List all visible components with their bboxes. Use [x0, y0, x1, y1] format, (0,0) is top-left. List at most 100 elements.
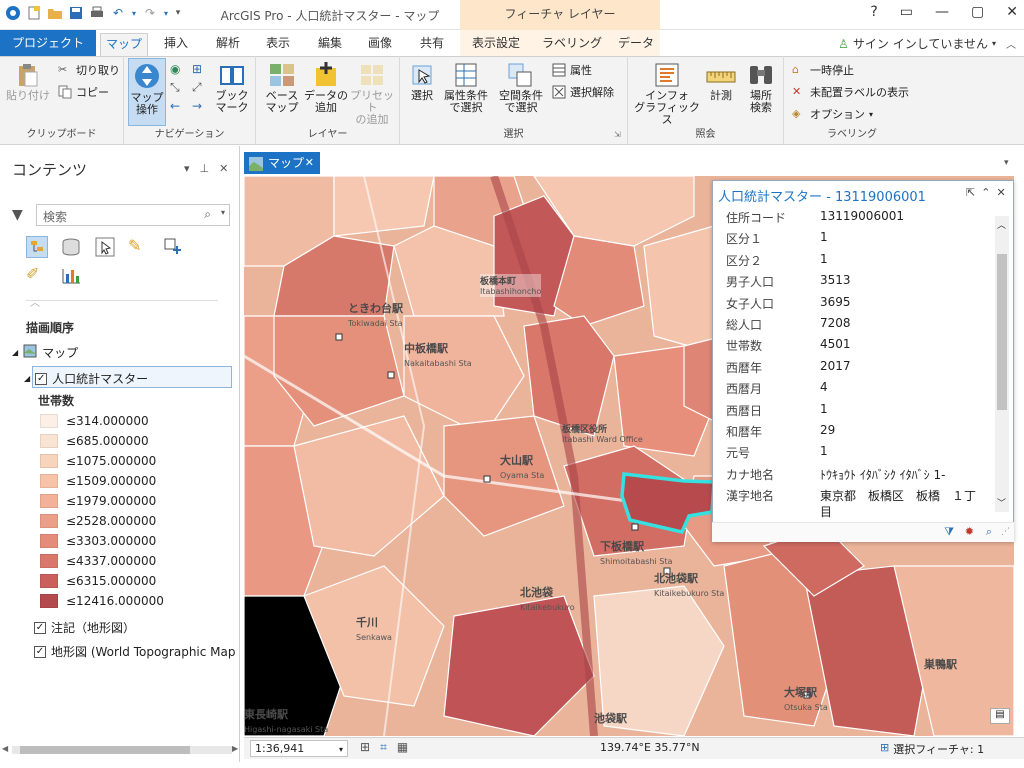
collapse-triangle-icon[interactable]: ◢ — [12, 348, 18, 357]
tab-labeling[interactable]: ラベリング — [540, 33, 604, 56]
basemap-button[interactable]: ベース マップ — [260, 62, 304, 114]
pause-labels-button[interactable]: ⌂ 一時停止 — [792, 62, 854, 78]
zoom-to-layer-icon[interactable]: ⊞ — [192, 62, 210, 76]
label-options-button[interactable]: ◈ オプション ▾ — [792, 106, 873, 122]
search-icon[interactable]: ⌕ — [204, 207, 211, 222]
pane-menu-icon[interactable]: ▾ — [184, 162, 190, 175]
legend-item[interactable]: ≤3303.000000 — [40, 534, 156, 548]
legend-item[interactable]: ≤12416.000000 — [40, 594, 164, 608]
pane-close-icon[interactable]: ✕ — [219, 162, 228, 175]
clear-selection-button[interactable]: 選択解除 — [552, 84, 614, 100]
help-button[interactable]: ? — [870, 4, 877, 20]
pin-icon[interactable]: ⊥ — [200, 162, 210, 175]
list-by-selection-icon[interactable] — [94, 236, 116, 258]
explore-button[interactable]: マップ 操作 — [128, 58, 166, 126]
fixed-extent-icon[interactable]: ⊞ — [360, 740, 370, 755]
popup-resize-grip-icon[interactable]: ⋰ — [1001, 527, 1010, 537]
list-by-drawing-order-icon[interactable] — [26, 236, 48, 258]
legend-item[interactable]: ≤4337.000000 — [40, 554, 156, 568]
tab-data[interactable]: データ — [614, 33, 658, 56]
selection-dialog-launcher-icon[interactable]: ⇲ — [614, 130, 621, 139]
popup-close-icon[interactable]: ✕ — [996, 186, 1005, 199]
tab-share[interactable]: 共有 — [412, 33, 452, 56]
scroll-up-icon[interactable]: ︿ — [997, 218, 1006, 231]
popup-zoom-icon[interactable]: ⌕ — [986, 525, 992, 539]
scroll-right-icon[interactable]: ▶ — [232, 744, 238, 753]
list-by-charts-icon[interactable] — [60, 264, 82, 286]
unplaced-labels-button[interactable]: ✕ 未配置ラベルの表示 — [792, 84, 909, 100]
add-data-button[interactable]: データの 追加 — [302, 62, 350, 114]
popup-flash-icon[interactable]: ✹ — [965, 525, 974, 538]
close-button[interactable]: ✕ — [1006, 4, 1018, 20]
legend-item[interactable]: ≤6315.000000 — [40, 574, 156, 588]
ribbon-collapse-icon[interactable]: ▭ — [900, 4, 913, 20]
basemap-visibility-checkbox[interactable]: ✓ — [34, 645, 46, 658]
tab-insert[interactable]: 挿入 — [156, 33, 196, 56]
tab-view[interactable]: 表示 — [258, 33, 298, 56]
add-preset-button[interactable]: プリセット の追加 — [348, 62, 396, 126]
maximize-button[interactable]: ▢ — [971, 4, 984, 20]
contents-search-input[interactable]: 検索 ⌕ ▾ — [36, 204, 230, 226]
minimize-button[interactable]: — — [935, 4, 949, 20]
bookmarks-button[interactable]: ブック マーク — [212, 62, 252, 114]
selected-features-count[interactable]: ⊞ 選択フィーチャ: 1 — [880, 741, 984, 757]
full-extent-icon[interactable]: ◉ — [170, 62, 188, 76]
popup-filter-icon[interactable]: ⧩ — [944, 525, 954, 539]
legend-item[interactable]: ≤1979.000000 — [40, 494, 156, 508]
scrollbar-thumb[interactable] — [20, 746, 190, 754]
list-by-snapping-icon[interactable] — [162, 236, 184, 258]
legend-item[interactable]: ≤1509.000000 — [40, 474, 156, 488]
copy-button[interactable]: コピー — [58, 84, 109, 100]
scale-selector[interactable]: 1:36,941 ▾ — [250, 740, 348, 757]
list-by-labeling-icon[interactable]: ✐ — [26, 264, 48, 286]
infographics-button[interactable]: インフォ グラフィックス — [632, 62, 702, 126]
popup-scrollbar-thumb[interactable] — [997, 254, 1007, 410]
list-by-source-icon[interactable] — [60, 236, 82, 258]
map-tabs-dropdown-icon[interactable]: ▾ — [1004, 158, 1009, 168]
tab-project[interactable]: プロジェクト — [0, 30, 96, 56]
layer-visibility-checkbox[interactable]: ✓ — [35, 372, 48, 385]
fixed-zoom-out-icon[interactable]: ⤢ — [192, 80, 210, 95]
fixed-zoom-in-icon[interactable]: ⤡ — [170, 80, 188, 95]
annotation-visibility-checkbox[interactable]: ✓ — [34, 621, 46, 634]
filter-icon[interactable]: ▼ — [12, 207, 23, 223]
search-dropdown-icon[interactable]: ▾ — [221, 208, 225, 217]
scroll-left-icon[interactable]: ◀ — [2, 744, 8, 753]
previous-extent-icon[interactable]: ← — [170, 99, 188, 113]
contents-horizontal-scrollbar[interactable] — [12, 746, 232, 754]
paste-button[interactable]: 貼り付け — [6, 62, 50, 102]
attributes-button[interactable]: 属性 — [552, 62, 592, 78]
tab-map[interactable]: マップ — [100, 33, 148, 56]
snapping-icon[interactable]: ⌗ — [380, 740, 387, 755]
signin-status[interactable]: ♙ サイン インしていません ▾ — [838, 35, 996, 52]
tab-appearance[interactable]: 表示設定 — [466, 33, 526, 56]
list-by-editing-icon[interactable]: ✎ — [128, 236, 150, 258]
select-by-attributes-button[interactable]: 属性条件 で選択 — [440, 62, 492, 114]
tab-imagery[interactable]: 画像 — [360, 33, 400, 56]
collapse-triangle-icon[interactable]: ◢ — [24, 374, 30, 383]
tree-node-annotation[interactable]: ✓ 注記（地形図） — [34, 619, 135, 636]
tree-node-population-layer[interactable]: ◢ ✓ 人口統計マスター — [24, 370, 148, 387]
cut-button[interactable]: ✂ 切り取り — [58, 62, 120, 78]
legend-item[interactable]: ≤685.000000 — [40, 434, 149, 448]
select-button[interactable]: 選択 — [404, 62, 440, 102]
scroll-down-icon[interactable]: ﹀ — [997, 496, 1006, 509]
map-view-tab[interactable]: マップ ✕ — [244, 152, 320, 174]
next-extent-icon[interactable]: → — [192, 99, 210, 113]
popup-collapse-icon[interactable]: ⌃ — [981, 186, 990, 199]
legend-item[interactable]: ≤314.000000 — [40, 414, 149, 428]
map-overview-icon[interactable]: ▤ — [990, 708, 1010, 724]
locate-button[interactable]: 場所 検索 — [742, 62, 780, 114]
tree-node-map[interactable]: ◢ マップ — [12, 344, 78, 361]
legend-item[interactable]: ≤2528.000000 — [40, 514, 156, 528]
popup-scrollbar[interactable]: ︿ ﹀ — [995, 216, 1009, 512]
popup-undock-icon[interactable]: ⇱ — [966, 186, 975, 199]
legend-item[interactable]: ≤1075.000000 — [40, 454, 156, 468]
ribbon-minimize-icon[interactable]: ︿ — [1006, 36, 1016, 51]
measure-button[interactable]: 計測 — [702, 62, 740, 102]
select-by-location-button[interactable]: 空間条件 で選択 — [494, 62, 548, 114]
tab-analysis[interactable]: 解析 — [208, 33, 248, 56]
map-tab-close-icon[interactable]: ✕ — [305, 152, 314, 174]
tree-node-basemap[interactable]: ✓ 地形図 (World Topographic Map — [34, 643, 236, 660]
grid-icon[interactable]: ▦ — [397, 740, 408, 755]
